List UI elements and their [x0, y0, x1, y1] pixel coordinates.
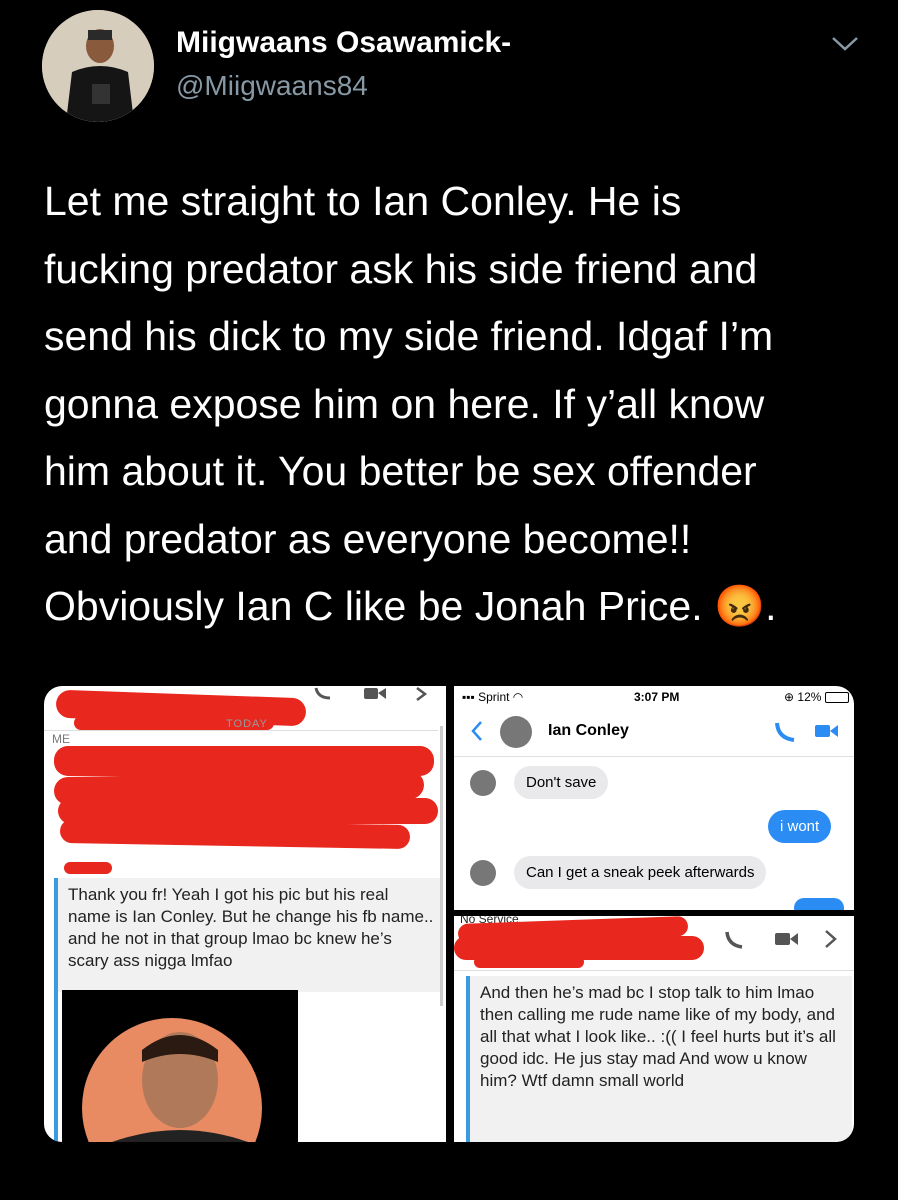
- status-time: 3:07 PM: [634, 690, 680, 704]
- author-avatar[interactable]: [42, 10, 154, 122]
- tweet-line: gonna expose him on here. If y’all know: [44, 380, 765, 427]
- screenshot-fb-messenger-2[interactable]: No Service And then he’s mad bc I stop t…: [454, 916, 854, 1142]
- tweet-text: Let me straight to Ian Conley. He is fuc…: [44, 168, 864, 641]
- phone-icon[interactable]: [722, 928, 746, 952]
- contact-avatar[interactable]: [500, 716, 532, 748]
- tweet-line: Let me straight to Ian Conley. He is: [44, 178, 682, 224]
- contact-avatar: [470, 860, 496, 886]
- message-bubble: Don't save: [514, 766, 609, 799]
- redaction: [64, 862, 112, 874]
- video-icon[interactable]: [814, 722, 840, 740]
- author-name[interactable]: Miigwaans Osawamick-: [176, 26, 511, 60]
- tweet-line: Obviously Ian C like be Jonah Price. 😡.: [44, 583, 777, 629]
- tweet-line: and predator as everyone become!!: [44, 515, 692, 562]
- phone-icon[interactable]: [772, 720, 798, 744]
- tweet-media-grid[interactable]: TODAY ME Thank you fr! Yeah I got his pi…: [44, 686, 854, 1142]
- tweet-line: send his dick to my side friend. Idgaf I…: [44, 313, 774, 359]
- phone-icon[interactable]: [312, 686, 336, 700]
- sender-label: ME: [52, 732, 70, 746]
- message-text: And then he’s mad bc I stop talk to him …: [466, 976, 852, 1142]
- angry-face-emoji: 😡.: [714, 583, 777, 629]
- author-handle[interactable]: @Miigwaans84: [176, 70, 368, 102]
- chevron-right-icon[interactable]: [412, 686, 430, 702]
- contact-name[interactable]: Ian Conley: [548, 722, 629, 740]
- message-text: Thank you fr! Yeah I got his pic but his…: [54, 878, 440, 992]
- redaction: [474, 956, 584, 968]
- scrollbar[interactable]: [440, 726, 443, 1006]
- contact-avatar: [470, 770, 496, 796]
- chevron-right-icon[interactable]: [822, 928, 840, 950]
- message-bubble: Can I get a sneak peek afterwards: [514, 856, 767, 889]
- photo-attachment[interactable]: [62, 990, 298, 1142]
- redaction: [59, 818, 411, 850]
- chevron-down-icon[interactable]: [830, 34, 860, 54]
- screenshot-fb-messenger[interactable]: TODAY ME Thank you fr! Yeah I got his pi…: [44, 686, 446, 1142]
- battery-status: ⊕ 12%: [784, 690, 849, 704]
- video-icon[interactable]: [774, 930, 800, 948]
- carrier-status: ▪▪▪ Sprint ◠: [462, 690, 524, 704]
- date-separator: TODAY: [226, 718, 268, 730]
- message-bubble: i wont: [768, 810, 832, 843]
- back-chevron-icon[interactable]: [470, 720, 484, 742]
- video-icon[interactable]: [362, 686, 388, 702]
- tweet-line: fucking predator ask his side friend and: [44, 245, 758, 292]
- tweet-line: him about it. You better be sex offender: [44, 448, 757, 494]
- screenshot-imessage[interactable]: ▪▪▪ Sprint ◠ 3:07 PM ⊕ 12% Ian Conley Do…: [454, 686, 854, 910]
